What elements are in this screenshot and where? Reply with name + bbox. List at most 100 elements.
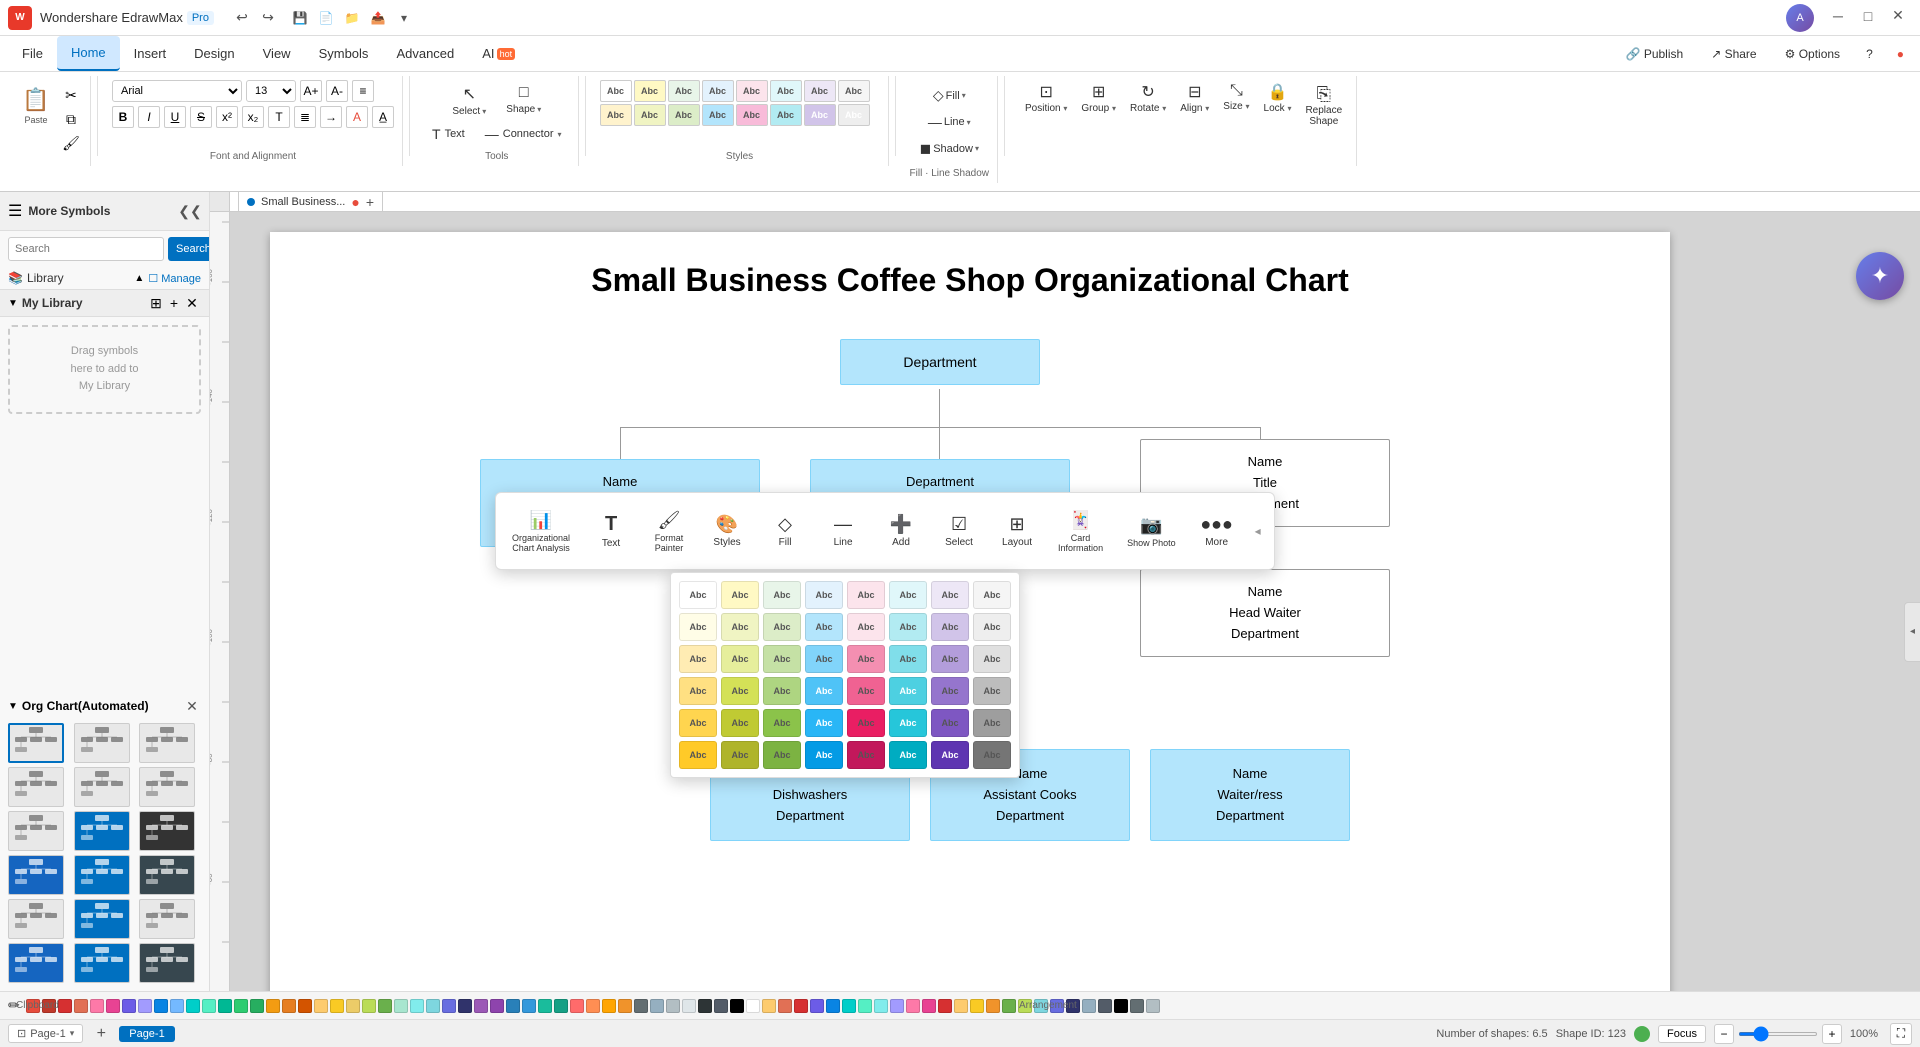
color-bar-swatch[interactable] xyxy=(234,999,248,1013)
style-swatch[interactable]: Abc xyxy=(634,104,666,126)
position-button[interactable]: ⊡ Position ▾ xyxy=(1019,80,1073,116)
style-swatch[interactable]: Abc xyxy=(702,80,734,102)
save-button[interactable]: 💾 xyxy=(288,6,312,30)
align-button[interactable]: ≡ xyxy=(352,80,374,102)
strikethrough-button[interactable]: S xyxy=(190,106,212,128)
ft-fill[interactable]: ◇ Fill xyxy=(760,510,810,552)
color-bar-swatch[interactable] xyxy=(442,999,456,1013)
style-swatch[interactable]: Abc xyxy=(600,80,632,102)
color-bar-swatch[interactable] xyxy=(826,999,840,1013)
indent-button[interactable]: → xyxy=(320,106,342,128)
style-popup-swatch[interactable]: Abc xyxy=(931,645,969,673)
template-thumb[interactable] xyxy=(8,943,64,983)
ft-select[interactable]: ☑ Select xyxy=(934,510,984,552)
menu-item-advanced[interactable]: Advanced xyxy=(382,36,468,71)
style-swatch[interactable]: Abc xyxy=(668,104,700,126)
color-bar-swatch[interactable] xyxy=(970,999,984,1013)
color-bar-swatch[interactable] xyxy=(426,999,440,1013)
manage-button[interactable]: ☐ Manage xyxy=(148,272,201,285)
style-popup-swatch[interactable]: Abc xyxy=(889,613,927,641)
style-swatch[interactable]: Abc xyxy=(736,104,768,126)
more-button[interactable]: ▾ xyxy=(392,6,416,30)
font-color-button[interactable]: A xyxy=(346,106,368,128)
style-popup-swatch[interactable]: Abc xyxy=(889,645,927,673)
ft-more[interactable]: ●●● More xyxy=(1192,510,1242,552)
canvas-tab[interactable]: Small Business... ● + xyxy=(238,192,383,212)
color-bar-swatch[interactable] xyxy=(346,999,360,1013)
color-bar-swatch[interactable] xyxy=(650,999,664,1013)
color-bar-swatch[interactable] xyxy=(1002,999,1016,1013)
style-popup-swatch[interactable]: Abc xyxy=(721,741,759,769)
style-popup-swatch[interactable]: Abc xyxy=(931,741,969,769)
style-popup-swatch[interactable]: Abc xyxy=(847,613,885,641)
style-popup-swatch[interactable]: Abc xyxy=(721,677,759,705)
color-bar-swatch[interactable] xyxy=(170,999,184,1013)
style-popup-swatch[interactable]: Abc xyxy=(721,613,759,641)
style-popup-swatch[interactable]: Abc xyxy=(931,613,969,641)
style-popup-swatch[interactable]: Abc xyxy=(847,645,885,673)
color-bar-swatch[interactable] xyxy=(106,999,120,1013)
color-bar-swatch[interactable] xyxy=(1130,999,1144,1013)
color-bar-swatch[interactable] xyxy=(458,999,472,1013)
color-bar-swatch[interactable] xyxy=(522,999,536,1013)
text-tool-button[interactable]: T Text xyxy=(424,123,473,145)
tab-page-button[interactable]: Page-1 xyxy=(119,1026,174,1042)
style-popup-swatch[interactable]: Abc xyxy=(847,741,885,769)
color-bar-swatch[interactable] xyxy=(362,999,376,1013)
color-bar-swatch[interactable] xyxy=(858,999,872,1013)
color-bar-swatch[interactable] xyxy=(954,999,968,1013)
search-input[interactable] xyxy=(8,237,164,261)
style-swatch[interactable]: Abc xyxy=(702,104,734,126)
color-bar-swatch[interactable] xyxy=(698,999,712,1013)
template-thumb[interactable] xyxy=(139,723,195,763)
color-bar-swatch[interactable] xyxy=(154,999,168,1013)
style-popup-swatch[interactable]: Abc xyxy=(973,581,1011,609)
style-popup-swatch[interactable]: Abc xyxy=(805,581,843,609)
style-swatch[interactable]: Abc xyxy=(770,80,802,102)
color-bar-swatch[interactable] xyxy=(186,999,200,1013)
fill-button[interactable]: ◇ Fill ▾ xyxy=(928,84,971,107)
color-bar-swatch[interactable] xyxy=(986,999,1000,1013)
italic-button[interactable]: I xyxy=(138,106,160,128)
color-bar-swatch[interactable] xyxy=(682,999,696,1013)
ft-text[interactable]: T Text xyxy=(586,509,636,553)
menu-item-ai[interactable]: AI hot xyxy=(468,36,529,71)
color-bar-swatch[interactable] xyxy=(1098,999,1112,1013)
color-bar-swatch[interactable] xyxy=(922,999,936,1013)
color-bar-swatch[interactable] xyxy=(554,999,568,1013)
connector-tool-button[interactable]: — Connector ▾ xyxy=(477,123,570,145)
color-bar-swatch[interactable] xyxy=(666,999,680,1013)
ft-layout[interactable]: ⊞ Layout xyxy=(992,510,1042,552)
template-thumb[interactable] xyxy=(139,943,195,983)
color-bar-swatch[interactable] xyxy=(906,999,920,1013)
style-popup-swatch[interactable]: Abc xyxy=(679,645,717,673)
color-bar-swatch[interactable] xyxy=(298,999,312,1013)
color-bar-swatch[interactable] xyxy=(282,999,296,1013)
font-size-select[interactable]: 13 xyxy=(246,80,296,102)
style-swatch[interactable]: Abc xyxy=(838,80,870,102)
minimize-button[interactable]: ─ xyxy=(1824,4,1852,28)
ft-collapse[interactable]: ◂ xyxy=(1250,501,1266,561)
new-tab-button[interactable]: + xyxy=(366,194,374,210)
font-decrease-button[interactable]: A- xyxy=(326,80,348,102)
right-panel-toggle[interactable]: ◂ xyxy=(1904,602,1920,662)
align-btn[interactable]: ⊟ Align ▾ xyxy=(1174,80,1215,116)
style-swatch[interactable]: Abc xyxy=(804,104,836,126)
bullets-button[interactable]: ≣ xyxy=(294,106,316,128)
template-thumb[interactable] xyxy=(74,943,130,983)
color-bar-swatch[interactable] xyxy=(874,999,888,1013)
ft-styles[interactable]: 🎨 Styles xyxy=(702,510,752,552)
replace-shape-button[interactable]: ⎘ ReplaceShape xyxy=(1299,80,1348,131)
copy-button[interactable]: ⧉ xyxy=(60,108,82,130)
template-thumb[interactable] xyxy=(139,899,195,939)
style-popup-swatch[interactable]: Abc xyxy=(889,677,927,705)
style-popup-swatch[interactable]: Abc xyxy=(679,581,717,609)
fullscreen-button[interactable]: ⛶ xyxy=(1890,1023,1912,1045)
format-painter-button[interactable]: 🖌 xyxy=(60,132,82,154)
color-bar-swatch[interactable] xyxy=(266,999,280,1013)
ft-line[interactable]: — Line xyxy=(818,510,868,552)
user-avatar[interactable]: A xyxy=(1786,4,1814,32)
style-popup-swatch[interactable]: Abc xyxy=(805,677,843,705)
color-bar-swatch[interactable] xyxy=(810,999,824,1013)
color-bar-swatch[interactable] xyxy=(122,999,136,1013)
